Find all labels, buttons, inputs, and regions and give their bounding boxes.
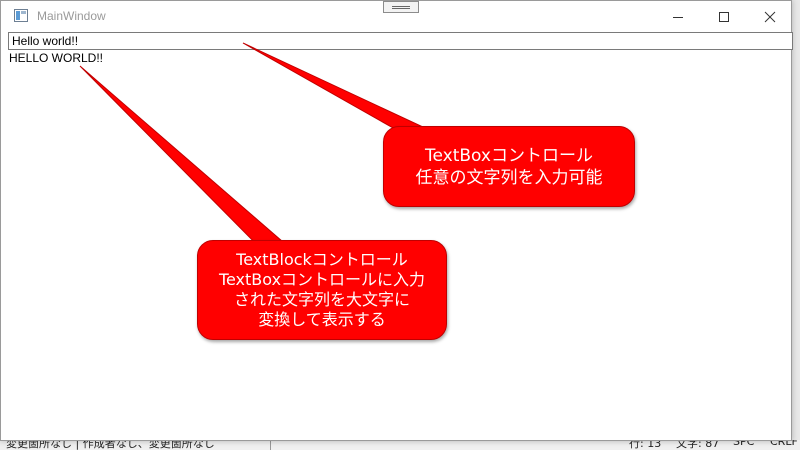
callout-line: 任意の文字列を入力可能 bbox=[415, 167, 603, 188]
callout-line: TextBoxコントロールに入力 bbox=[218, 270, 426, 289]
callout-line: TextBlockコントロール bbox=[236, 250, 408, 269]
callout-pointers bbox=[79, 42, 439, 259]
callout-line: された文字列を大文字に bbox=[233, 290, 410, 309]
textbox-callout: TextBoxコントロール 任意の文字列を入力可能 bbox=[383, 126, 635, 207]
textblock-callout: TextBlockコントロール TextBoxコントロールに入力 された文字列を… bbox=[197, 240, 447, 340]
callout-line: TextBoxコントロール bbox=[425, 145, 593, 166]
callout-line: 変換して表示する bbox=[258, 310, 386, 329]
callout-2-pointer bbox=[79, 65, 291, 259]
